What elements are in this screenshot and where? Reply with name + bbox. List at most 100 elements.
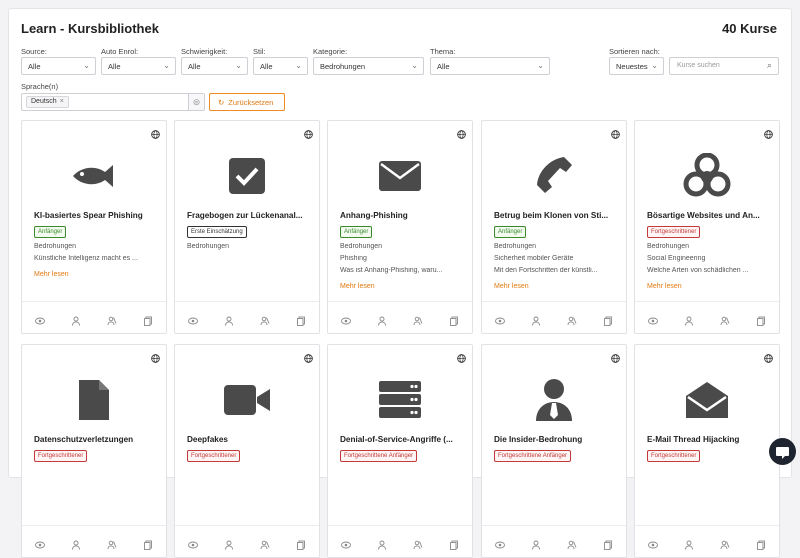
users-icon[interactable] xyxy=(413,537,423,549)
globe-icon[interactable] xyxy=(457,350,466,363)
category-select[interactable]: Bedrohungen ⌄ xyxy=(313,57,424,75)
eye-icon[interactable] xyxy=(495,537,505,548)
sort-select[interactable]: Neuestes ⌄ xyxy=(609,57,664,75)
globe-icon[interactable] xyxy=(457,126,466,139)
copy-icon[interactable] xyxy=(296,537,306,550)
users-icon[interactable] xyxy=(413,313,423,325)
course-title[interactable]: Denial-of-Service-Angriffe (... xyxy=(340,435,464,444)
copy-icon[interactable] xyxy=(143,537,153,550)
copy-icon[interactable] xyxy=(449,313,459,326)
style-select[interactable]: Alle ⌄ xyxy=(253,57,308,75)
auto-enrol-value: Alle xyxy=(108,62,121,71)
language-multiselect[interactable]: Deutsch × ⊜ xyxy=(21,93,205,111)
user-icon[interactable] xyxy=(377,537,387,550)
course-card[interactable]: Anhang-Phishing Anfänger Bedrohungen Phishi… xyxy=(327,120,473,334)
course-title[interactable]: Betrug beim Klonen von Sti... xyxy=(494,211,618,220)
eye-icon[interactable] xyxy=(188,313,198,324)
course-tag: Bedrohungen xyxy=(34,243,77,250)
remove-tag-icon[interactable]: × xyxy=(60,98,64,105)
language-options-icon[interactable]: ⊜ xyxy=(188,94,204,110)
search-input[interactable]: Kurse suchen ⌕ xyxy=(669,57,779,75)
read-more-link[interactable]: Mehr lesen xyxy=(494,283,529,290)
search-icon: ⌕ xyxy=(766,60,772,70)
users-icon[interactable] xyxy=(260,313,270,325)
auto-enrol-select[interactable]: Alle ⌄ xyxy=(101,57,176,75)
reset-button[interactable]: ↻ Zurücksetzen xyxy=(209,93,285,111)
course-title[interactable]: E-Mail Thread Hijacking xyxy=(647,435,771,444)
user-icon[interactable] xyxy=(531,313,541,326)
card-actions xyxy=(635,525,779,557)
course-title[interactable]: Anhang-Phishing xyxy=(340,211,464,220)
read-more-link[interactable]: Mehr lesen xyxy=(340,283,375,290)
difficulty-badge: Fortgeschrittener xyxy=(187,450,241,462)
chat-launcher-button[interactable] xyxy=(769,438,796,465)
users-icon[interactable] xyxy=(107,313,117,325)
eye-icon[interactable] xyxy=(648,537,658,548)
globe-icon[interactable] xyxy=(151,126,160,139)
user-icon[interactable] xyxy=(684,313,694,326)
sort-value: Neuestes xyxy=(616,62,648,71)
course-card[interactable]: KI-basiertes Spear Phishing Anfänger Bedro… xyxy=(21,120,167,334)
user-icon[interactable] xyxy=(684,537,694,550)
source-select[interactable]: Alle ⌄ xyxy=(21,57,96,75)
course-card[interactable]: Die Insider-Bedrohung Fortgeschrittene An… xyxy=(481,344,627,558)
user-icon[interactable] xyxy=(377,313,387,326)
course-card[interactable]: Deepfakes Fortgeschrittener xyxy=(174,344,320,558)
theme-label: Thema: xyxy=(430,47,456,56)
course-description: Künstliche Intelligenz macht es ... xyxy=(34,255,138,262)
copy-icon[interactable] xyxy=(756,313,766,326)
course-title[interactable]: Deepfakes xyxy=(187,435,311,444)
users-icon[interactable] xyxy=(567,537,577,549)
globe-icon[interactable] xyxy=(304,126,313,139)
course-title[interactable]: Bösartige Websites und An... xyxy=(647,211,771,220)
eye-icon[interactable] xyxy=(495,313,505,324)
copy-icon[interactable] xyxy=(756,537,766,550)
globe-icon[interactable] xyxy=(764,126,773,139)
user-icon[interactable] xyxy=(224,537,234,550)
read-more-link[interactable]: Mehr lesen xyxy=(647,283,682,290)
user-icon[interactable] xyxy=(531,537,541,550)
chevron-down-icon: ⌄ xyxy=(537,61,544,70)
users-icon[interactable] xyxy=(107,537,117,549)
course-title[interactable]: Die Insider-Bedrohung xyxy=(494,435,618,444)
users-icon[interactable] xyxy=(567,313,577,325)
course-card[interactable]: Betrug beim Klonen von Sti... Anfänger Bed… xyxy=(481,120,627,334)
course-card[interactable]: Datenschutzverletzungen Fortgeschrittener xyxy=(21,344,167,558)
eye-icon[interactable] xyxy=(35,313,45,324)
globe-icon[interactable] xyxy=(611,350,620,363)
globe-icon[interactable] xyxy=(764,350,773,363)
course-card[interactable]: Bösartige Websites und An... Fortgeschrit… xyxy=(634,120,780,334)
read-more-link[interactable]: Mehr lesen xyxy=(34,271,69,278)
copy-icon[interactable] xyxy=(296,313,306,326)
course-tag: Phishing xyxy=(340,255,367,262)
theme-select[interactable]: Alle ⌄ xyxy=(430,57,550,75)
course-card[interactable]: Fragebogen zur Lückenanal... Erste Einsch… xyxy=(174,120,320,334)
course-title[interactable]: Fragebogen zur Lückenanal... xyxy=(187,211,311,220)
eye-icon[interactable] xyxy=(341,537,351,548)
course-card[interactable]: Denial-of-Service-Angriffe (... Fortgesch… xyxy=(327,344,473,558)
difficulty-select[interactable]: Alle ⌄ xyxy=(181,57,248,75)
eye-icon[interactable] xyxy=(648,313,658,324)
course-card[interactable]: E-Mail Thread Hijacking Fortgeschrittener xyxy=(634,344,780,558)
eye-icon[interactable] xyxy=(341,313,351,324)
user-icon[interactable] xyxy=(71,537,81,550)
language-label: Sprache(n) xyxy=(21,82,59,91)
copy-icon[interactable] xyxy=(603,313,613,326)
users-icon[interactable] xyxy=(720,537,730,549)
course-title[interactable]: KI-basiertes Spear Phishing xyxy=(34,211,158,220)
chevron-down-icon: ⌄ xyxy=(295,61,302,70)
eye-icon[interactable] xyxy=(35,537,45,548)
course-title[interactable]: Datenschutzverletzungen xyxy=(34,435,158,444)
eye-icon[interactable] xyxy=(188,537,198,548)
copy-icon[interactable] xyxy=(449,537,459,550)
user-icon[interactable] xyxy=(71,313,81,326)
globe-icon[interactable] xyxy=(611,126,620,139)
users-icon[interactable] xyxy=(260,537,270,549)
globe-icon[interactable] xyxy=(304,350,313,363)
user-icon[interactable] xyxy=(224,313,234,326)
copy-icon[interactable] xyxy=(603,537,613,550)
copy-icon[interactable] xyxy=(143,313,153,326)
users-icon[interactable] xyxy=(720,313,730,325)
globe-icon[interactable] xyxy=(151,350,160,363)
page-title: Learn - Kursbibliothek xyxy=(21,21,159,36)
